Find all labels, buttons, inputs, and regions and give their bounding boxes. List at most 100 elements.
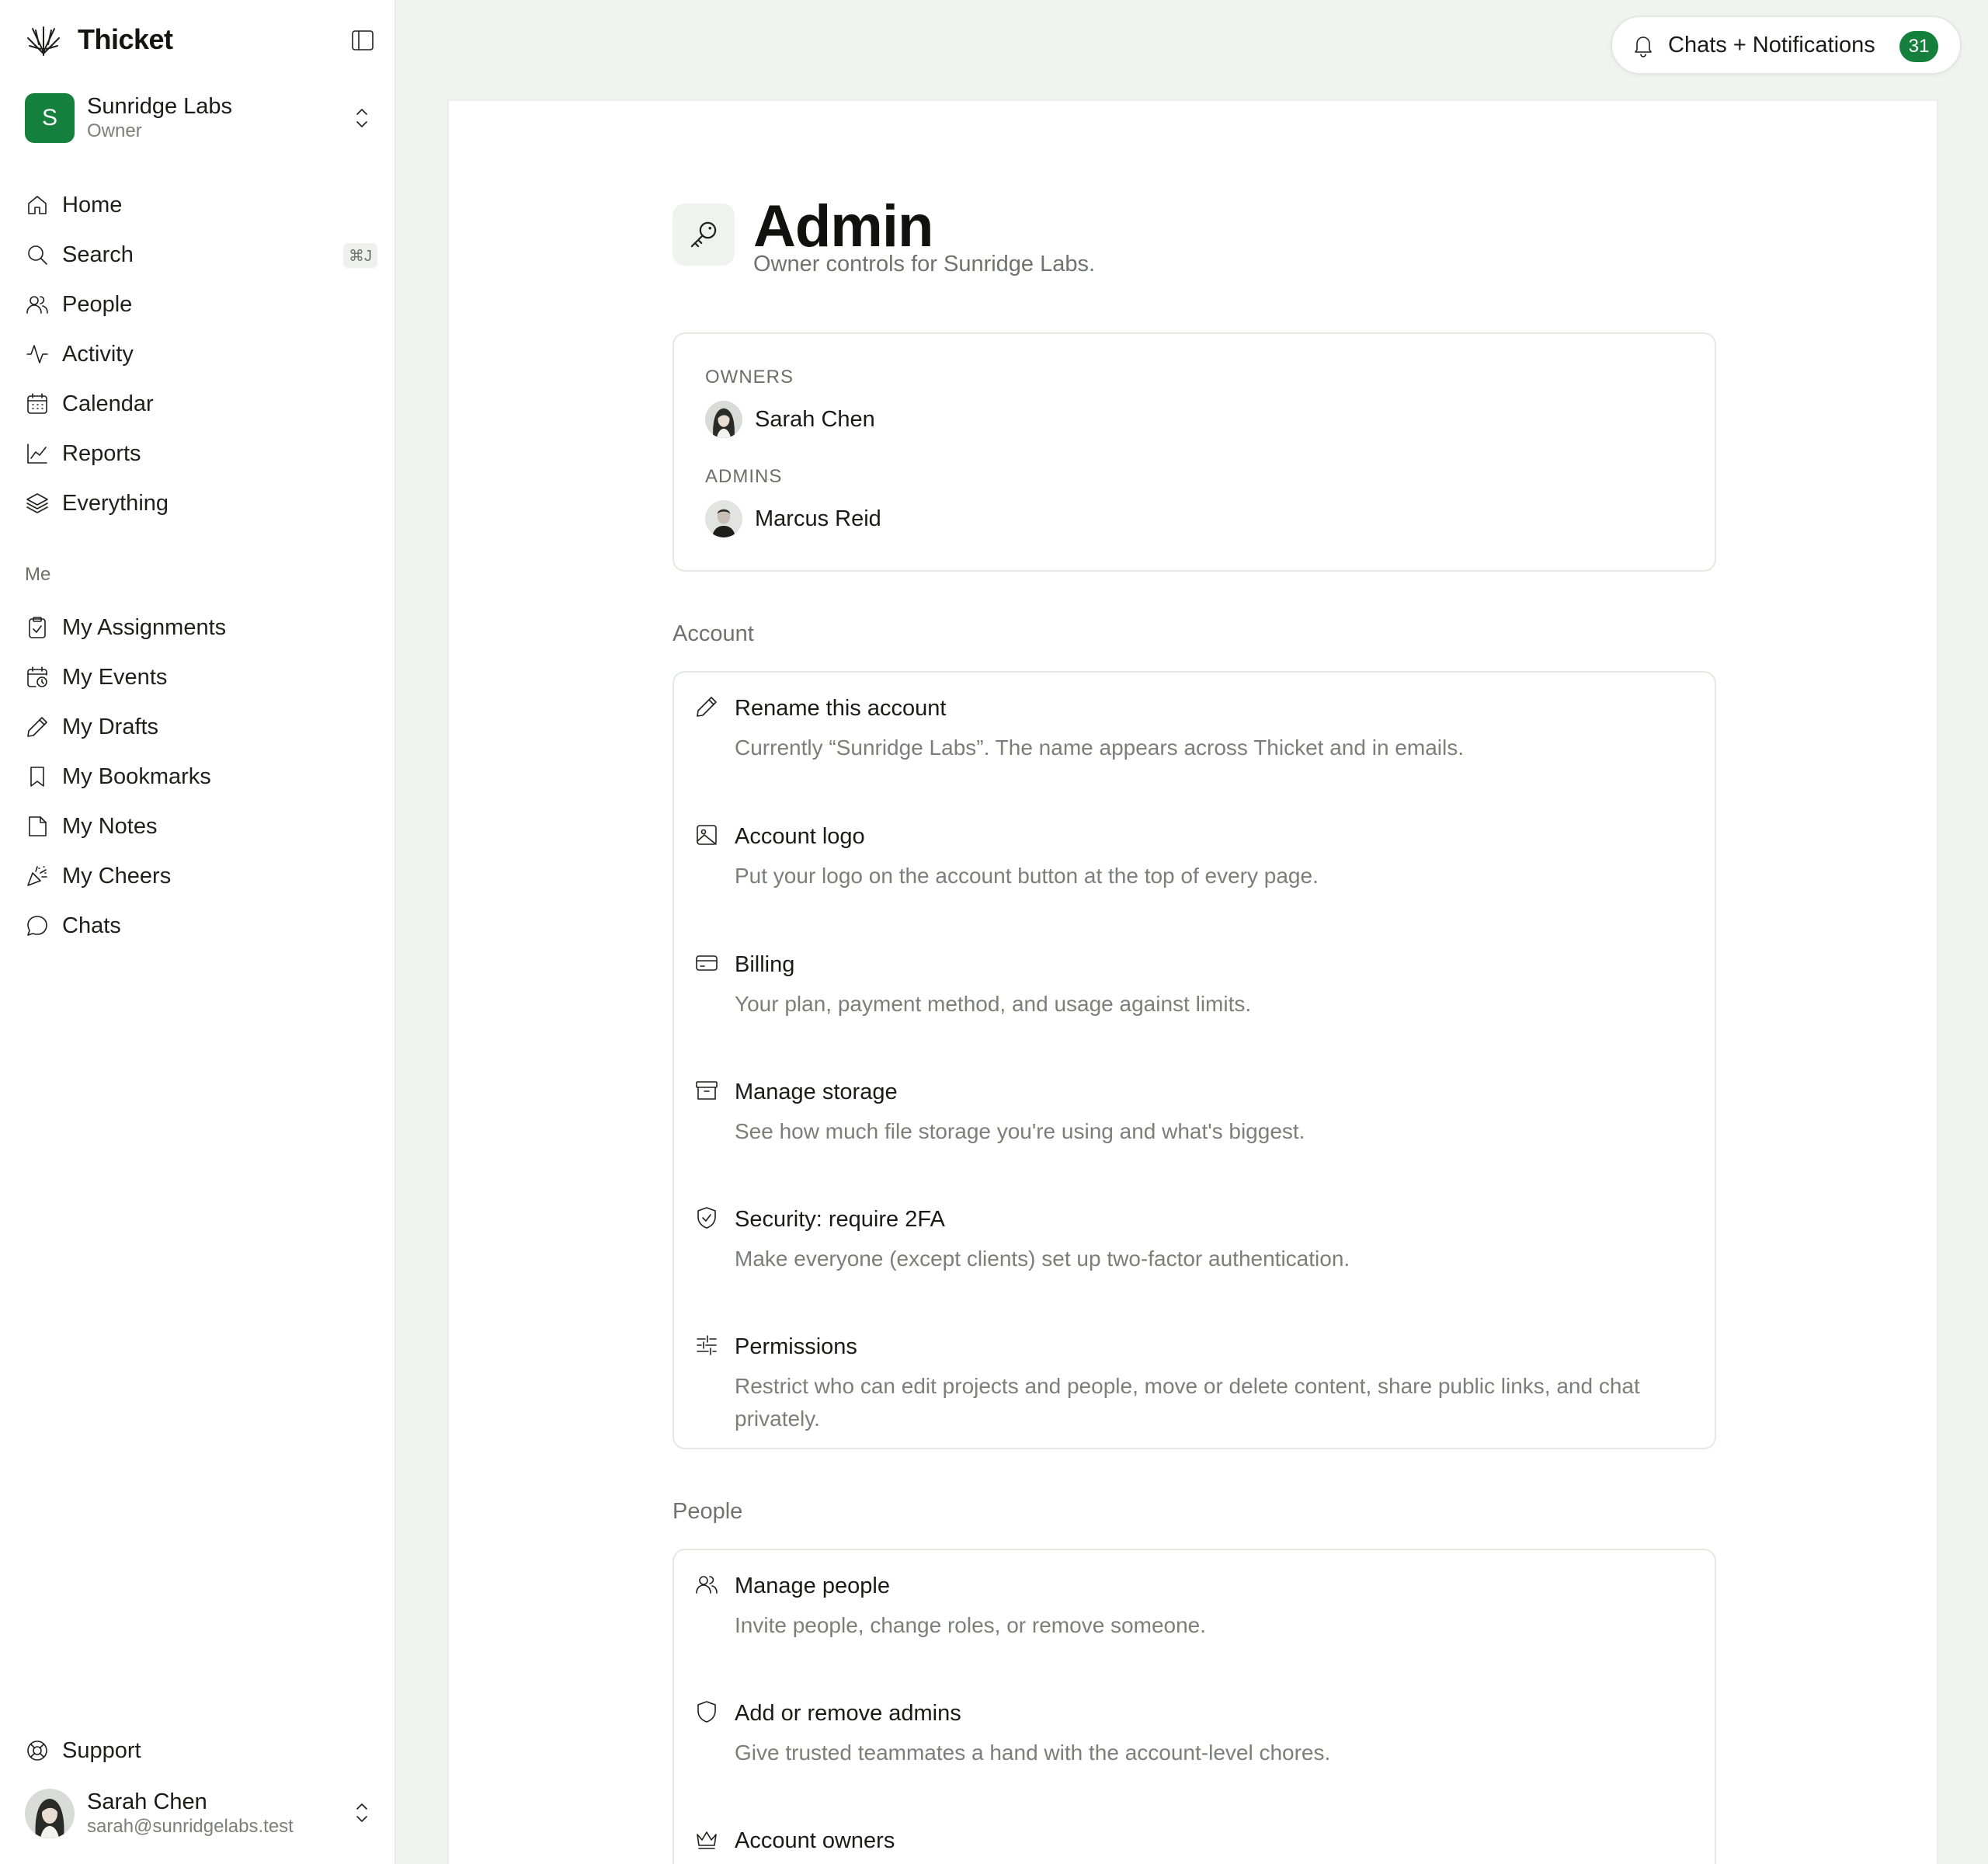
nav-item-calendar[interactable]: Calendar — [25, 379, 374, 429]
nav-item-my-bookmarks[interactable]: My Bookmarks — [25, 752, 374, 802]
calendar-clock-icon — [27, 666, 47, 687]
lifebuoy-icon — [27, 1741, 47, 1761]
section-label-people: People — [673, 1499, 743, 1524]
nav-label: My Cheers — [62, 863, 172, 889]
nav-label: My Assignments — [62, 614, 227, 640]
chevron-up-down-icon — [356, 109, 367, 127]
nav-label: Search — [62, 242, 134, 267]
clipboard-check-icon — [29, 617, 46, 638]
thicket-logo-icon — [27, 26, 60, 56]
account-switcher[interactable]: S Sunridge Labs Owner — [25, 90, 374, 146]
shield-check-icon — [697, 1207, 716, 1229]
chevron-up-down-icon — [356, 1803, 367, 1822]
key-icon — [673, 203, 735, 266]
nav-item-support[interactable]: Support — [25, 1726, 374, 1775]
nav-item-my-notes[interactable]: My Notes — [25, 802, 374, 851]
setting-description: Your plan, payment method, and usage aga… — [735, 992, 1252, 1016]
sliders-icon — [697, 1335, 717, 1355]
setting-account-owners[interactable]: Account owners — [674, 1827, 1715, 1864]
setting-title: Permissions — [735, 1334, 857, 1359]
setting-title: Security: require 2FA — [735, 1207, 945, 1232]
nav-label: My Events — [62, 664, 168, 690]
admin-person[interactable]: Marcus Reid — [705, 500, 881, 537]
setting-manage-storage[interactable]: Manage storage See how much file storage… — [674, 1078, 1715, 1171]
collapse-sidebar-button[interactable] — [346, 26, 377, 54]
app-name: Thicket — [78, 23, 173, 55]
layers-icon — [26, 493, 48, 513]
setting-title: Billing — [735, 952, 795, 977]
setting-title: Account owners — [735, 1828, 895, 1853]
setting-title: Add or remove admins — [735, 1701, 961, 1726]
user-email: sarah@sunridgelabs.test — [87, 1816, 294, 1837]
nav-label: Home — [62, 192, 123, 217]
user-avatar — [25, 1789, 75, 1838]
setting-title: Manage storage — [735, 1080, 898, 1104]
setting-rename-account[interactable]: Rename this account Currently “Sunridge … — [674, 694, 1715, 788]
image-icon — [697, 825, 717, 845]
avatar — [705, 500, 742, 537]
setting-title: Account logo — [735, 824, 865, 849]
nav-item-my-cheers[interactable]: My Cheers — [25, 851, 374, 901]
nav-item-everything[interactable]: Everything — [25, 478, 374, 528]
setting-account-logo[interactable]: Account logo Put your logo on the accoun… — [674, 822, 1715, 916]
nav-label: People — [62, 291, 133, 317]
nav-item-my-assignments[interactable]: My Assignments — [25, 603, 374, 652]
setting-description: Give trusted teammates a hand with the a… — [735, 1741, 1331, 1765]
account-name: Sunridge Labs — [87, 94, 233, 119]
setting-description: Currently “Sunridge Labs”. The name appe… — [735, 736, 1464, 760]
nav-label: Reports — [62, 440, 141, 466]
brand[interactable]: Thicket — [25, 20, 173, 59]
note-icon — [29, 816, 47, 836]
user-menu[interactable]: Sarah Chen sarah@sunridgelabs.test — [25, 1786, 374, 1841]
setting-description: Make everyone (except clients) set up tw… — [735, 1247, 1350, 1271]
party-popper-icon — [27, 866, 47, 886]
nav-item-reports[interactable]: Reports — [25, 429, 374, 478]
nav-item-search[interactable]: Search ⌘J — [25, 230, 377, 280]
main-nav: Home Search ⌘J People Activity Calendar … — [25, 180, 377, 528]
setting-description: Invite people, change roles, or remove s… — [735, 1613, 1207, 1637]
nav-label: My Bookmarks — [62, 763, 211, 789]
nav-item-activity[interactable]: Activity — [25, 329, 374, 379]
nav-section-me: Me — [25, 564, 51, 585]
account-settings-card: Rename this account Currently “Sunridge … — [673, 671, 1716, 1449]
people-settings-card: Manage people Invite people, change role… — [673, 1549, 1716, 1864]
setting-title: Rename this account — [735, 696, 947, 721]
setting-billing[interactable]: Billing Your plan, payment method, and u… — [674, 951, 1715, 1044]
setting-description: Restrict who can edit projects and peopl… — [735, 1374, 1640, 1431]
owner-name: Sarah Chen — [755, 406, 875, 432]
account-avatar: S — [25, 93, 75, 143]
shield-icon — [697, 1701, 716, 1723]
me-nav: My Assignments My Events My Drafts My Bo… — [25, 603, 374, 951]
sidebar: Thicket S Sunridge Labs Owner Home Searc… — [0, 0, 396, 1864]
setting-permissions[interactable]: Permissions Restrict who can edit projec… — [674, 1333, 1715, 1434]
roles-card: OWNERS Sarah Chen ADMINS Marcus Reid — [673, 332, 1716, 572]
chats-notifications-button[interactable]: Chats + Notifications 31 — [1611, 16, 1962, 75]
admins-heading: ADMINS — [705, 466, 783, 487]
bookmark-icon — [30, 767, 44, 787]
notifications-count-badge: 31 — [1899, 31, 1938, 62]
home-icon — [28, 196, 47, 214]
avatar — [705, 401, 742, 438]
support-section: Support — [25, 1726, 374, 1775]
nav-label: My Drafts — [62, 714, 159, 739]
people-icon — [696, 1576, 718, 1594]
owner-person[interactable]: Sarah Chen — [705, 401, 875, 438]
chat-bubble-icon — [27, 916, 47, 936]
crown-icon — [697, 1831, 717, 1849]
nav-item-my-events[interactable]: My Events — [25, 652, 374, 702]
nav-item-chats[interactable]: Chats — [25, 901, 374, 951]
setting-require-2fa[interactable]: Security: require 2FA Make everyone (exc… — [674, 1205, 1715, 1299]
pencil-icon — [697, 697, 717, 717]
activity-icon — [26, 345, 48, 363]
nav-item-people[interactable]: People — [25, 280, 374, 329]
setting-manage-people[interactable]: Manage people Invite people, change role… — [674, 1572, 1715, 1665]
setting-description: See how much file storage you're using a… — [735, 1119, 1305, 1143]
nav-item-my-drafts[interactable]: My Drafts — [25, 702, 374, 752]
setting-title: Manage people — [735, 1574, 890, 1598]
nav-item-home[interactable]: Home — [25, 180, 374, 230]
user-name: Sarah Chen — [87, 1789, 207, 1814]
section-label-account: Account — [673, 621, 754, 646]
nav-label: My Notes — [62, 813, 158, 839]
setting-add-remove-admins[interactable]: Add or remove admins Give trusted teamma… — [674, 1699, 1715, 1793]
nav-label: Calendar — [62, 391, 154, 416]
